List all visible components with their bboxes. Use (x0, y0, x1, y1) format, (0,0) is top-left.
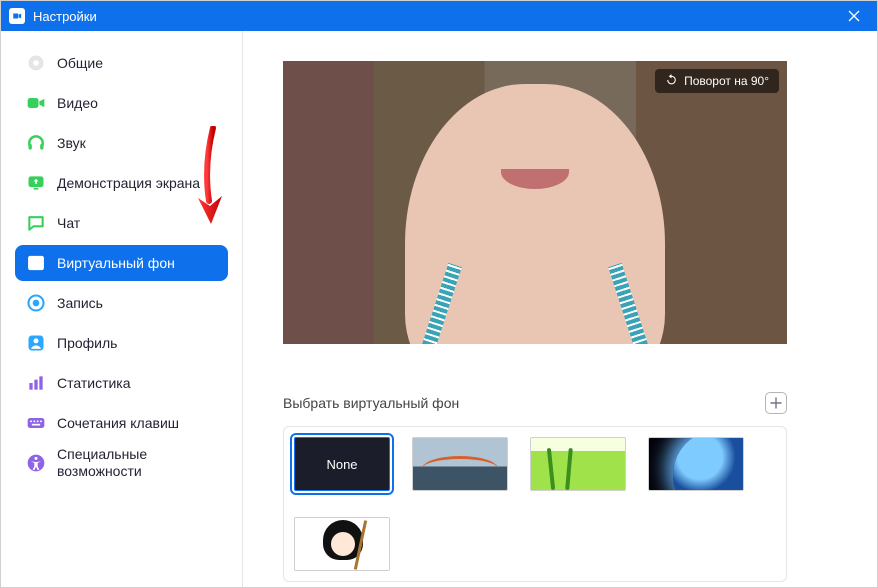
sidebar-item-label: Профиль (57, 335, 117, 352)
content-pane: Поворот на 90° Выбрать виртуальный фон N… (243, 31, 877, 587)
background-option-custom[interactable] (294, 517, 390, 571)
sidebar-item-share-screen[interactable]: Демонстрация экрана (15, 165, 228, 201)
camera-preview: Поворот на 90° (283, 61, 787, 344)
add-background-button[interactable] (765, 392, 787, 414)
sidebar-item-keyboard-shortcuts[interactable]: Сочетания клавиш (15, 405, 228, 441)
rotate-icon (665, 73, 678, 89)
virtual-background-section-title: Выбрать виртуальный фон (283, 395, 459, 411)
chat-icon (25, 212, 47, 234)
sidebar-item-label: Демонстрация экрана (57, 175, 200, 192)
sidebar-item-label: Специальные возможности (57, 446, 218, 480)
gear-icon (25, 52, 47, 74)
background-option-none[interactable]: None (294, 437, 390, 491)
background-option-earth[interactable] (648, 437, 744, 491)
background-none-label: None (326, 457, 357, 472)
rotate-90-button[interactable]: Поворот на 90° (655, 69, 779, 93)
sidebar-item-chat[interactable]: Чат (15, 205, 228, 241)
sidebar-item-video[interactable]: Видео (15, 85, 228, 121)
background-thumbnails: None (283, 426, 787, 582)
background-option-grass[interactable] (530, 437, 626, 491)
close-button[interactable] (839, 1, 869, 31)
record-icon (25, 292, 47, 314)
sidebar-item-audio[interactable]: Звук (15, 125, 228, 161)
sidebar-item-profile[interactable]: Профиль (15, 325, 228, 361)
statistics-icon (25, 372, 47, 394)
sidebar-item-recording[interactable]: Запись (15, 285, 228, 321)
sidebar-item-label: Чат (57, 215, 80, 232)
sidebar-item-label: Виртуальный фон (57, 255, 175, 272)
background-option-bridge[interactable] (412, 437, 508, 491)
keyboard-icon (25, 412, 47, 434)
virtual-background-icon (25, 252, 47, 274)
sidebar: Общие Видео Звук Демонстрация экрана Чат (1, 31, 243, 587)
app-icon (9, 8, 25, 24)
sidebar-item-label: Сочетания клавиш (57, 415, 179, 432)
sidebar-item-accessibility[interactable]: Специальные возможности (15, 445, 228, 481)
video-icon (25, 92, 47, 114)
sidebar-item-virtual-background[interactable]: Виртуальный фон (15, 245, 228, 281)
sidebar-item-label: Видео (57, 95, 98, 112)
sidebar-item-statistics[interactable]: Статистика (15, 365, 228, 401)
profile-icon (25, 332, 47, 354)
titlebar-title: Настройки (33, 9, 839, 24)
sidebar-item-label: Статистика (57, 375, 131, 392)
sidebar-item-label: Запись (57, 295, 103, 312)
sidebar-item-label: Общие (57, 55, 103, 72)
sidebar-item-general[interactable]: Общие (15, 45, 228, 81)
titlebar: Настройки (1, 1, 877, 31)
sidebar-item-label: Звук (57, 135, 86, 152)
headphones-icon (25, 132, 47, 154)
accessibility-icon (25, 452, 47, 474)
share-screen-icon (25, 172, 47, 194)
rotate-label: Поворот на 90° (684, 74, 769, 88)
